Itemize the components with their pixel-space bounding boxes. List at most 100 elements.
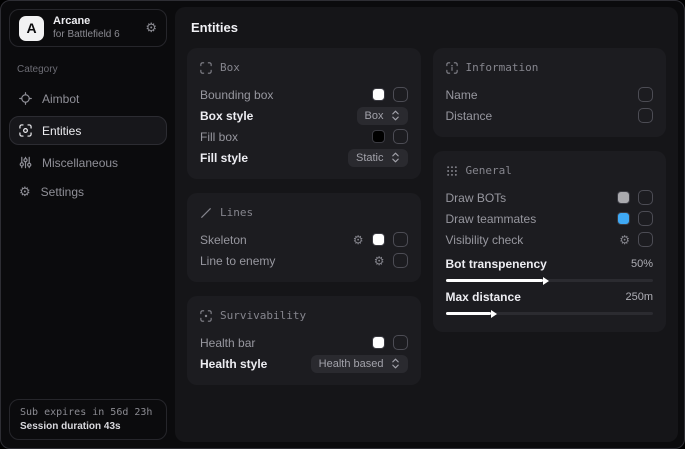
- brand-subtitle: for Battlefield 6: [53, 29, 120, 42]
- lines-card-header: Lines: [200, 206, 408, 219]
- box-card: Box Bounding box Box style Box: [187, 48, 421, 179]
- row-label: Line to enemy: [200, 254, 275, 268]
- bot-transparency-block: Bot transpenency 50%: [446, 255, 654, 282]
- skeleton-checkbox[interactable]: [393, 232, 408, 247]
- section-title: Information: [466, 61, 539, 74]
- sidebar-item-miscellaneous[interactable]: Miscellaneous: [9, 148, 167, 177]
- fill-style-dropdown[interactable]: Static: [348, 149, 408, 167]
- draw-bots-color-swatch[interactable]: [617, 191, 630, 204]
- slider-fill: [446, 279, 544, 282]
- row-skeleton: Skeleton ⚙: [200, 229, 408, 250]
- max-distance-value: 250m: [625, 291, 653, 303]
- dropdown-value: Health based: [319, 358, 384, 370]
- brand-settings-icon[interactable]: ⚙: [145, 20, 157, 36]
- bot-transparency-value: 50%: [631, 258, 653, 270]
- row-fill-box: Fill box: [200, 126, 408, 147]
- sliders-icon: [19, 156, 32, 169]
- brand-logo: A: [19, 16, 44, 41]
- sidebar-item-label: Miscellaneous: [42, 156, 118, 170]
- crosshair-icon: [19, 92, 32, 105]
- lines-card: Lines Skeleton ⚙ Line to enemy ⚙: [187, 193, 421, 282]
- skeleton-color-swatch[interactable]: [372, 233, 385, 246]
- sidebar: A Arcane for Battlefield 6 ⚙ Category Ai…: [1, 1, 175, 448]
- gear-icon: ⚙: [19, 185, 31, 198]
- section-title: General: [466, 164, 512, 177]
- bounding-box-color-swatch[interactable]: [372, 88, 385, 101]
- subscription-card: Sub expires in 56d 23h Session duration …: [9, 399, 167, 440]
- row-label: Bot transpenency: [446, 257, 547, 271]
- sidebar-item-label: Settings: [41, 185, 84, 199]
- chevron-up-down-icon: [391, 152, 400, 163]
- row-label: Skeleton: [200, 233, 247, 247]
- scan-person-icon: [19, 124, 32, 137]
- visibility-check-checkbox[interactable]: [638, 232, 653, 247]
- brand-text: Arcane for Battlefield 6: [53, 15, 120, 41]
- sidebar-item-label: Entities: [42, 124, 81, 138]
- left-column: Box Bounding box Box style Box: [187, 48, 421, 385]
- row-label: Bounding box: [200, 88, 273, 102]
- survivability-card-header: Survivability: [200, 309, 408, 322]
- sidebar-item-settings[interactable]: ⚙ Settings: [9, 177, 167, 206]
- health-bar-checkbox[interactable]: [393, 335, 408, 350]
- row-label: Draw BOTs: [446, 191, 507, 205]
- box-corners-icon: [200, 62, 212, 74]
- arcane-window: A Arcane for Battlefield 6 ⚙ Category Ai…: [0, 0, 685, 449]
- health-scan-icon: [200, 310, 212, 322]
- bounding-box-checkbox[interactable]: [393, 87, 408, 102]
- survivability-card: Survivability Health bar Health style He…: [187, 296, 421, 385]
- sidebar-item-aimbot[interactable]: Aimbot: [9, 84, 167, 113]
- information-card: Information Name Distance: [433, 48, 667, 137]
- row-box-style: Box style Box: [200, 105, 408, 126]
- row-label: Name: [446, 88, 478, 102]
- sidebar-item-label: Aimbot: [42, 92, 79, 106]
- right-column: Information Name Distance: [433, 48, 667, 332]
- diagonal-line-icon: [200, 207, 212, 219]
- general-card-header: General: [446, 164, 654, 177]
- row-distance: Distance: [446, 105, 654, 126]
- distance-checkbox[interactable]: [638, 108, 653, 123]
- page-title: Entities: [191, 20, 662, 35]
- row-fill-style: Fill style Static: [200, 147, 408, 168]
- fill-box-checkbox[interactable]: [393, 129, 408, 144]
- sub-expires-text: Sub expires in 56d 23h: [20, 407, 156, 418]
- section-title: Lines: [220, 206, 253, 219]
- row-label: Health bar: [200, 336, 255, 350]
- brand-card: A Arcane for Battlefield 6 ⚙: [9, 9, 167, 47]
- draw-teammates-checkbox[interactable]: [638, 211, 653, 226]
- chevron-up-down-icon: [391, 110, 400, 121]
- skeleton-settings-gear-icon[interactable]: ⚙: [353, 234, 364, 246]
- line-to-enemy-settings-gear-icon[interactable]: ⚙: [374, 255, 385, 267]
- brand-title: Arcane: [53, 15, 120, 29]
- row-max-distance: Max distance 250m: [446, 288, 654, 306]
- row-bot-transparency: Bot transpenency 50%: [446, 255, 654, 273]
- bot-transparency-slider[interactable]: [446, 279, 654, 282]
- section-title: Box: [220, 61, 240, 74]
- sidebar-item-entities[interactable]: Entities: [9, 116, 167, 145]
- slider-fill: [446, 312, 492, 315]
- row-health-bar: Health bar: [200, 332, 408, 353]
- health-bar-color-swatch[interactable]: [372, 336, 385, 349]
- max-distance-slider[interactable]: [446, 312, 654, 315]
- draw-bots-checkbox[interactable]: [638, 190, 653, 205]
- row-label: Distance: [446, 109, 493, 123]
- line-to-enemy-checkbox[interactable]: [393, 253, 408, 268]
- dropdown-value: Static: [356, 152, 384, 164]
- general-card: General Draw BOTs Draw teammates: [433, 151, 667, 332]
- row-line-to-enemy: Line to enemy ⚙: [200, 250, 408, 271]
- row-label: Fill style: [200, 151, 248, 165]
- name-checkbox[interactable]: [638, 87, 653, 102]
- settings-columns: Box Bounding box Box style Box: [187, 48, 666, 385]
- fill-box-color-swatch[interactable]: [372, 130, 385, 143]
- row-draw-teammates: Draw teammates: [446, 208, 654, 229]
- row-label: Draw teammates: [446, 212, 537, 226]
- row-label: Health style: [200, 357, 267, 371]
- box-style-dropdown[interactable]: Box: [357, 107, 408, 125]
- row-label: Fill box: [200, 130, 238, 144]
- chevron-up-down-icon: [391, 358, 400, 369]
- category-label: Category: [17, 64, 159, 75]
- row-name: Name: [446, 84, 654, 105]
- row-visibility-check: Visibility check ⚙: [446, 229, 654, 250]
- visibility-check-settings-gear-icon[interactable]: ⚙: [619, 234, 630, 246]
- draw-teammates-color-swatch[interactable]: [617, 212, 630, 225]
- health-style-dropdown[interactable]: Health based: [311, 355, 408, 373]
